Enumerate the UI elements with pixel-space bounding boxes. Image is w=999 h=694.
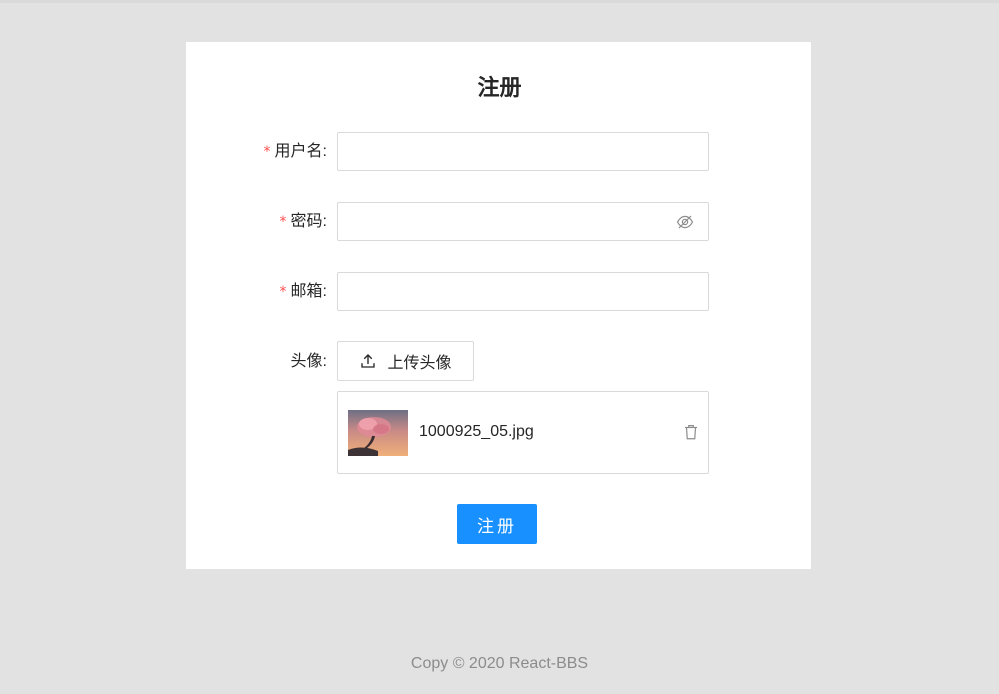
page: 注册 * 用户名: * 密码: * 邮箱: 头像: 上传头像 1000925_0… [0, 0, 999, 694]
password-input[interactable] [338, 203, 690, 240]
email-label-text: 邮箱: [290, 283, 327, 300]
footer-copyright: Copy © 2020 React-BBS [410, 655, 589, 672]
username-label: * 用户名: [177, 140, 327, 164]
avatar-label: 头像: [290, 353, 327, 370]
eye-invisible-icon[interactable] [676, 213, 694, 231]
password-label: * 密码: [177, 210, 327, 234]
upload-icon [361, 354, 376, 368]
email-label: * 邮箱: [177, 280, 327, 304]
required-mark: * [263, 144, 271, 160]
upload-avatar-button[interactable]: 上传头像 [337, 341, 474, 381]
username-label-text: 用户名: [274, 143, 327, 160]
register-button[interactable]: 注册 [457, 504, 537, 544]
password-label-text: 密码: [290, 213, 327, 230]
file-thumbnail[interactable] [348, 410, 408, 456]
username-input[interactable] [338, 133, 690, 170]
email-field[interactable] [337, 272, 709, 311]
trash-icon[interactable] [682, 423, 700, 441]
required-mark: * [279, 284, 287, 300]
file-name[interactable]: 1000925_05.jpg [419, 421, 534, 443]
thumbnail-image [348, 410, 408, 456]
uploaded-file-item: 1000925_05.jpg [337, 391, 709, 474]
username-field[interactable] [337, 132, 709, 171]
email-input[interactable] [338, 273, 690, 310]
required-mark: * [279, 214, 287, 230]
page-title: 注册 [477, 75, 522, 100]
top-strip [0, 0, 999, 3]
upload-button-label: 上传头像 [387, 355, 452, 372]
password-field[interactable] [337, 202, 709, 241]
